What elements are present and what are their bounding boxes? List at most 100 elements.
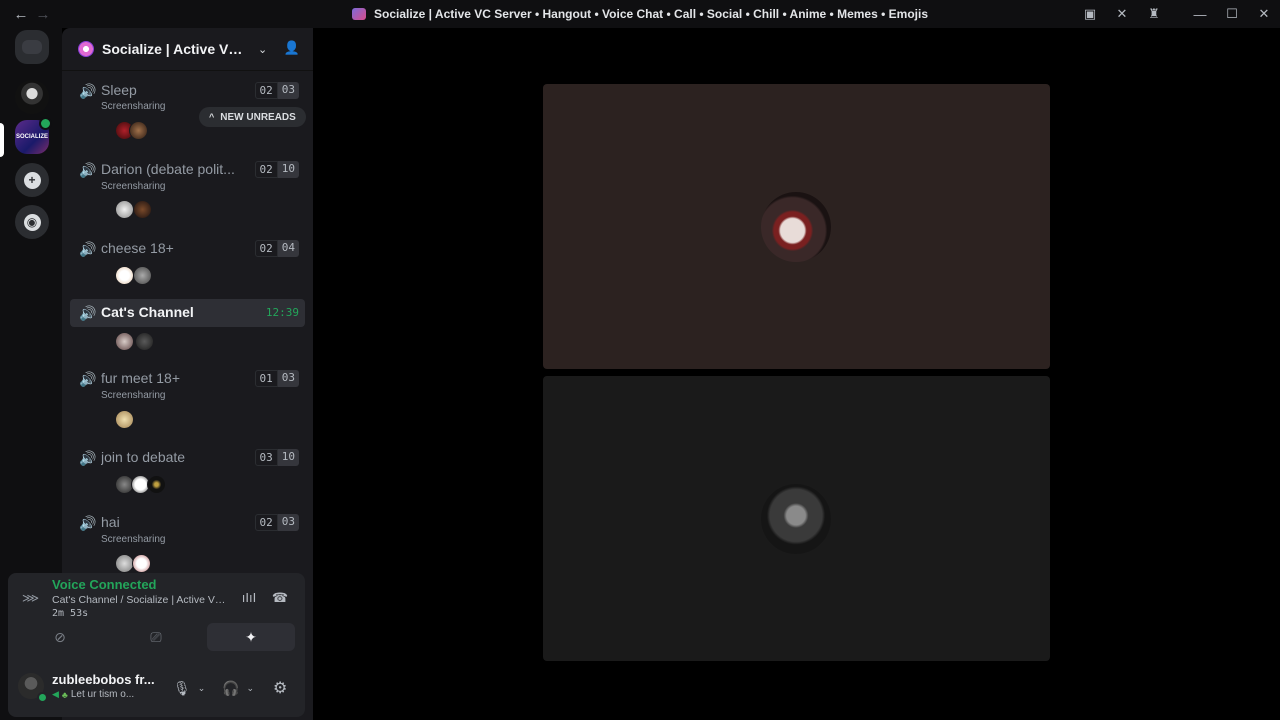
- participant-tile[interactable]: [543, 376, 1050, 661]
- member-avatar[interactable]: [133, 266, 152, 285]
- selected-server-indicator: [0, 123, 4, 157]
- user-count: 02: [254, 240, 278, 257]
- member-avatar[interactable]: [147, 475, 166, 494]
- window-title: Socialize | Active VC Server • Hangout •…: [373, 7, 928, 21]
- home-discord-icon[interactable]: [15, 30, 49, 64]
- screen-share-button[interactable]: ⎚: [112, 623, 200, 651]
- forward-arrow-icon[interactable]: →: [32, 6, 54, 23]
- member-avatar[interactable]: [129, 121, 148, 140]
- chevron-down-icon: ⌄: [258, 43, 268, 56]
- activity-button[interactable]: ✦: [207, 623, 295, 651]
- channel-activity: Screensharing: [101, 534, 166, 545]
- headset-button[interactable]: 🎧 ⌄: [222, 679, 254, 697]
- invite-people-icon[interactable]: 👤: [283, 40, 301, 58]
- maximize-button[interactable]: ☐: [1216, 0, 1248, 28]
- speaker-icon: 🔊: [79, 450, 97, 466]
- chevron-down-icon[interactable]: ⌄: [198, 683, 206, 694]
- noise-suppression-icon[interactable]: ıIıI: [239, 590, 259, 606]
- user-panel: zubleebobos fr... ◀ ♣ Let ur tism o... 🎙…: [8, 655, 305, 717]
- member-avatar[interactable]: [115, 332, 134, 351]
- channel-name: Sleep: [101, 82, 137, 98]
- user-limit: 10: [277, 449, 299, 466]
- camera-off-icon: ⊘: [54, 628, 66, 645]
- new-unreads-label: NEW UNREADS: [220, 111, 296, 123]
- channel-user-count: 02 03: [254, 514, 299, 531]
- settings-button[interactable]: ⚙: [273, 679, 287, 697]
- channel-activity: Screensharing: [101, 181, 166, 192]
- server-icon-socialize[interactable]: SOCIALIZE: [15, 117, 52, 154]
- channel-members: [115, 554, 151, 573]
- close-button[interactable]: ✕: [1248, 0, 1280, 28]
- user-count: 03: [254, 449, 278, 466]
- titlebar-controls: ▣ ✕ ♜ — ☐ ✕: [1074, 0, 1280, 28]
- disconnect-icon[interactable]: ☎: [270, 590, 290, 606]
- title-bar: ← → Socialize | Active VC Server • Hango…: [0, 0, 1280, 28]
- screen-share-icon: ⎚: [150, 628, 162, 645]
- custom-status-text: Let ur tism o...: [70, 689, 135, 700]
- discord-logo-icon: [22, 40, 42, 54]
- camera-button[interactable]: ⊘: [16, 623, 104, 651]
- activity-icon: ✦: [245, 628, 257, 645]
- user-limit: 03: [277, 82, 299, 99]
- voice-timer: 2m 53s: [52, 608, 89, 619]
- speaker-icon: 🔊: [79, 305, 97, 321]
- user-count: 02: [254, 514, 278, 531]
- custom-status: ◀ ♣ Let ur tism o...: [52, 689, 134, 700]
- voice-channel-darion[interactable]: 🔊 Darion (debate polit... 02 10: [70, 156, 305, 184]
- chevron-down-icon[interactable]: ⌄: [246, 683, 254, 694]
- member-avatar[interactable]: [115, 200, 134, 219]
- minimize-button[interactable]: —: [1184, 0, 1216, 28]
- add-server-button[interactable]: +: [15, 163, 49, 197]
- connection-signal-icon[interactable]: ⋙: [22, 591, 40, 605]
- channel-user-count: 02 10: [254, 161, 299, 178]
- server-name: Socialize | Active VC S...: [102, 41, 250, 57]
- user-limit: 03: [277, 370, 299, 387]
- inbox-icon[interactable]: ▣: [1074, 0, 1106, 28]
- channel-name: fur meet 18+: [101, 370, 180, 386]
- back-arrow-icon[interactable]: ←: [10, 6, 32, 23]
- discover-button[interactable]: ◉: [15, 205, 49, 239]
- server-header[interactable]: Socialize | Active VC S... ⌄ 👤: [62, 28, 313, 71]
- compass-icon: ◉: [23, 213, 41, 231]
- speaker-icon: 🔊: [79, 162, 97, 178]
- user-limit: 03: [277, 514, 299, 531]
- microphone-icon: 🎙: [173, 679, 191, 696]
- channel-user-count: 01 03: [254, 370, 299, 387]
- channel-name: Cat's Channel: [101, 304, 194, 320]
- speaker-icon: 🔊: [79, 371, 97, 387]
- headset-icon: 🎧: [222, 679, 240, 696]
- voice-channel-cats-channel[interactable]: 🔊 Cat's Channel 12:39: [70, 299, 305, 327]
- channel-members: [115, 200, 152, 219]
- voice-location[interactable]: Cat's Channel / Socialize | Active VC...: [52, 594, 227, 606]
- voice-channel-fur-meet[interactable]: 🔊 fur meet 18+ 01 03: [70, 365, 305, 393]
- username[interactable]: zubleebobos fr...: [52, 672, 156, 687]
- channel-name: join to debate: [101, 449, 186, 465]
- voice-channel-cheese[interactable]: 🔊 cheese 18+ 02 04: [70, 235, 305, 263]
- help-icon[interactable]: ♜: [1138, 0, 1170, 28]
- member-avatar[interactable]: [135, 332, 154, 351]
- server-icon-1[interactable]: [15, 80, 49, 114]
- channel-members: [115, 332, 154, 351]
- voice-channel-join-to-debate[interactable]: 🔊 join to debate 03 10: [70, 444, 305, 472]
- voice-connected-status[interactable]: Voice Connected: [52, 577, 157, 592]
- voice-connection-panel: ⋙ Voice Connected Cat's Channel / Social…: [8, 573, 305, 655]
- channel-name: cheese 18+: [101, 240, 174, 256]
- tools-icon[interactable]: ✕: [1106, 0, 1138, 28]
- member-avatar[interactable]: [133, 200, 152, 219]
- channel-members: [115, 475, 166, 494]
- speaker-icon: 🔊: [79, 515, 97, 531]
- participant-tile[interactable]: [543, 84, 1050, 369]
- member-avatar[interactable]: [115, 266, 134, 285]
- voice-channel-hai[interactable]: 🔊 hai 02 03: [70, 509, 305, 537]
- server-avatar-icon: [78, 41, 94, 57]
- user-count: 02: [254, 161, 278, 178]
- member-avatar[interactable]: [115, 410, 134, 429]
- chevron-up-icon: ^: [209, 112, 215, 122]
- new-unreads-pill[interactable]: ^ NEW UNREADS: [199, 107, 306, 127]
- member-avatar[interactable]: [132, 554, 151, 573]
- channel-name: hai: [101, 514, 120, 530]
- server-voice-badge: [39, 117, 52, 130]
- channel-members: [115, 266, 152, 285]
- speaker-icon: 🔊: [79, 241, 97, 257]
- microphone-button[interactable]: 🎙 ⌄: [173, 679, 205, 697]
